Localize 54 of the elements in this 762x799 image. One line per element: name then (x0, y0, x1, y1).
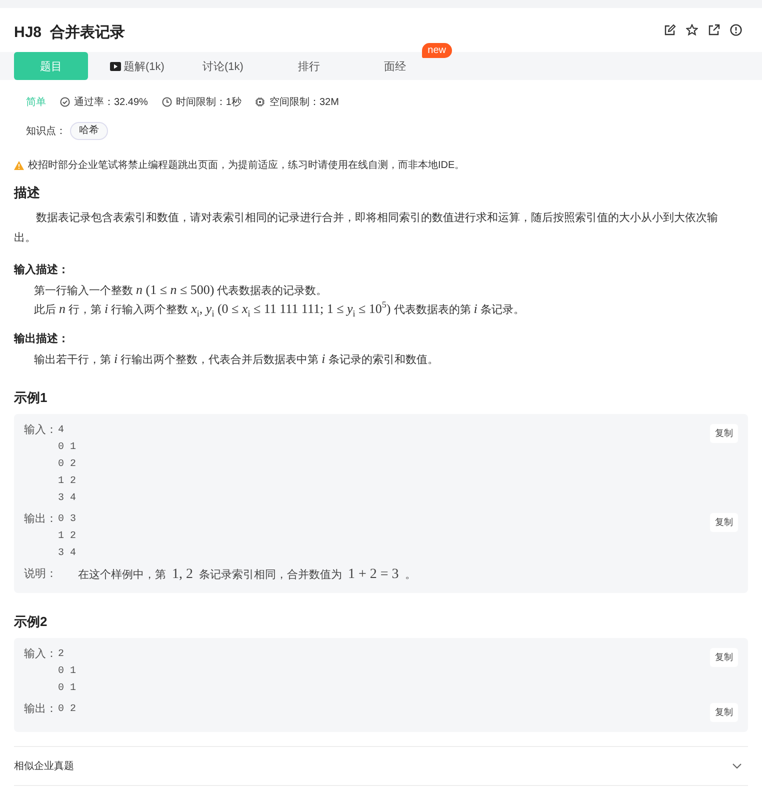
code-line: 0 1 (58, 682, 78, 696)
similar-questions-row[interactable]: 相似企业真题 (14, 746, 748, 786)
input-label: 输入： (24, 647, 58, 662)
input-description-line: 此后 n 行，第 i 行输入两个整数 x$_{i}$, y$_{i}$ (0 ≤ x$_{i}$ ≤ 11 111 111; 1 ≤ y$_{i}$ ≤ 10$^{5}$) 代表数据表的第 i 条记录。 (33, 300, 526, 319)
example-heading: 示例1 (14, 389, 48, 407)
section-heading: 输入描述： (14, 262, 70, 277)
code-line: 1 2 (58, 475, 78, 489)
clock-icon (162, 97, 172, 107)
code-line: 4 (58, 424, 66, 438)
explanation-label: 说明： (24, 567, 58, 582)
tab[interactable]: 题解(1k) (100, 52, 174, 80)
code-line: 0 3 (58, 513, 78, 527)
code-line: 0 1 (58, 441, 78, 455)
code-line: 3 4 (58, 547, 78, 561)
star-icon[interactable] (686, 24, 698, 36)
code-line: 0 1 (58, 665, 78, 679)
copy-button[interactable]: 复制 (710, 703, 738, 722)
pass-rate: 通过率：32.49% (74, 96, 148, 109)
knowledge-label: 知识点： (26, 124, 66, 138)
output-description-line: 输出若干行，第 i 行输出两个整数，代表合并后数据表中第 i 条记录的索引和数值。 (33, 350, 440, 368)
memory-limit: 空间限制：32M (269, 96, 339, 109)
tab[interactable]: 讨论(1k) (186, 52, 260, 80)
output-label: 输出： (24, 702, 58, 717)
description-text: 数据表记录包含表索引和数值，请对表索引相同的记录进行合并，即将相同索引的数值进行求和运算，随后按照索引值的大小从小到大依次输出。 (14, 210, 719, 246)
explanation-text: 在这个样例中，第 1, 2 条记录索引相同，合并数值为 1 + 2 = 3 。 (78, 566, 416, 582)
input-label: 输入： (24, 423, 58, 438)
code-line: 0 2 (58, 458, 78, 472)
knowledge-tag[interactable]: 哈希 (70, 122, 108, 140)
similar-questions-label: 相似企业真题 (14, 760, 74, 773)
copy-button[interactable]: 复制 (710, 424, 738, 443)
info-icon[interactable] (730, 24, 742, 36)
copy-button[interactable]: 复制 (710, 648, 738, 667)
share-icon[interactable] (708, 24, 720, 36)
copy-button[interactable]: 复制 (710, 513, 738, 532)
edit-icon[interactable] (664, 24, 676, 36)
tab[interactable]: 排行 (272, 52, 346, 80)
code-line: 3 4 (58, 492, 78, 506)
notice-text: 校招时部分企业笔试将禁止编程题跳出页面，为提前适应，练习时请使用在线自测，而非本地IDE。 (28, 158, 465, 172)
video-icon (110, 62, 121, 70)
input-description-line: 第一行输入一个整数 n (1 ≤ n ≤ 500) 代表数据表的记录数。 (33, 281, 328, 299)
time-limit: 时间限制：1秒 (176, 96, 242, 109)
code-line: 2 (58, 648, 66, 662)
section-heading: 输出描述： (14, 332, 70, 346)
problem-title: HJ8 合并表记录 (14, 22, 125, 42)
code-line: 0 2 (58, 703, 78, 717)
output-label: 输出： (24, 512, 58, 527)
difficulty-label: 简单 (26, 96, 46, 109)
new-badge: new (422, 43, 452, 58)
example-heading: 示例2 (14, 613, 48, 631)
code-line: 1 2 (58, 530, 78, 544)
section-heading: 描述 (14, 184, 41, 202)
chip-icon (255, 97, 266, 107)
warning-icon (14, 160, 24, 170)
check-circle-icon (60, 97, 70, 107)
